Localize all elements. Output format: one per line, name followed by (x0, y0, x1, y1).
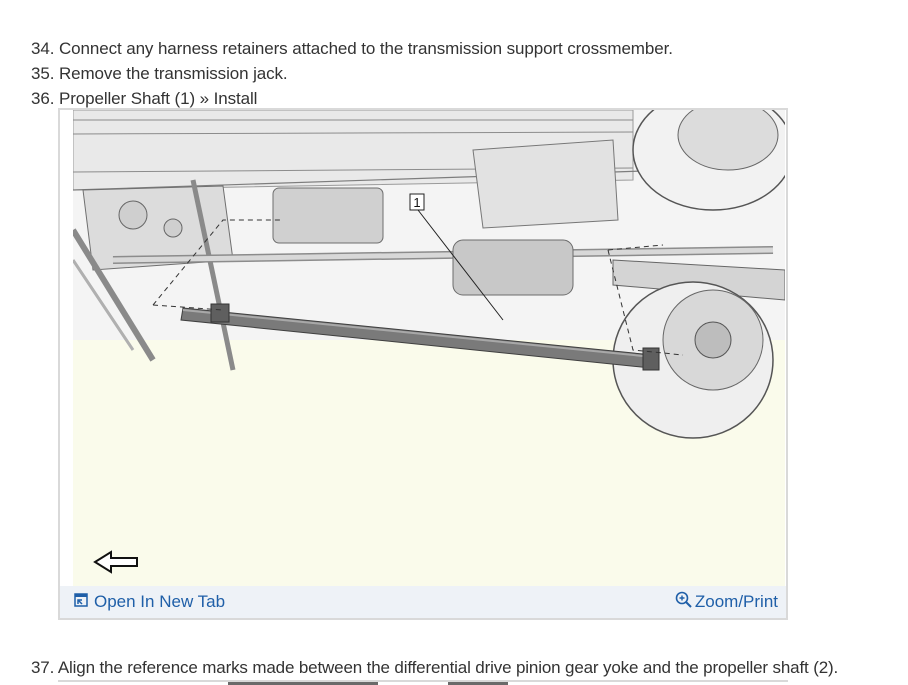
step-number: 37. (31, 658, 55, 677)
figure-footer: Open In New Tab Zoom/Print (60, 586, 786, 618)
step-text: Propeller Shaft (1) » Install (58, 89, 258, 108)
open-in-new-tab-button[interactable]: Open In New Tab (74, 592, 225, 612)
step-34: 34. Connect any harness retainers attach… (31, 36, 673, 61)
next-illustration-figure (58, 680, 788, 685)
step-number: 35. (31, 64, 55, 83)
zoom-in-icon (675, 591, 693, 614)
illustration-figure: 1 Open In New Tab Zoom/Print (58, 108, 788, 620)
zoom-print-label: Zoom/Print (694, 592, 778, 611)
propeller-shaft-illustration[interactable]: 1 (73, 110, 785, 586)
step-text: Remove the transmission jack. (58, 64, 288, 83)
procedure-steps: 34. Connect any harness retainers attach… (31, 36, 673, 111)
step-text: Align the reference marks made between t… (57, 658, 839, 677)
step-number: 34. (31, 39, 55, 58)
step-number: 36. (31, 89, 55, 108)
zoom-print-button[interactable]: Zoom/Print (675, 591, 778, 614)
step-35: 35. Remove the transmission jack. (31, 61, 673, 86)
step-37: 37. Align the reference marks made betwe… (31, 655, 838, 680)
open-in-new-tab-label: Open In New Tab (94, 592, 226, 611)
callout-label: 1 (413, 195, 420, 210)
front-direction-arrow-icon (93, 550, 138, 574)
step-text: Connect any harness retainers attached t… (58, 39, 673, 58)
vehicle-underbody-drawing: 1 (73, 110, 785, 574)
open-in-new-tab-icon (74, 592, 88, 612)
